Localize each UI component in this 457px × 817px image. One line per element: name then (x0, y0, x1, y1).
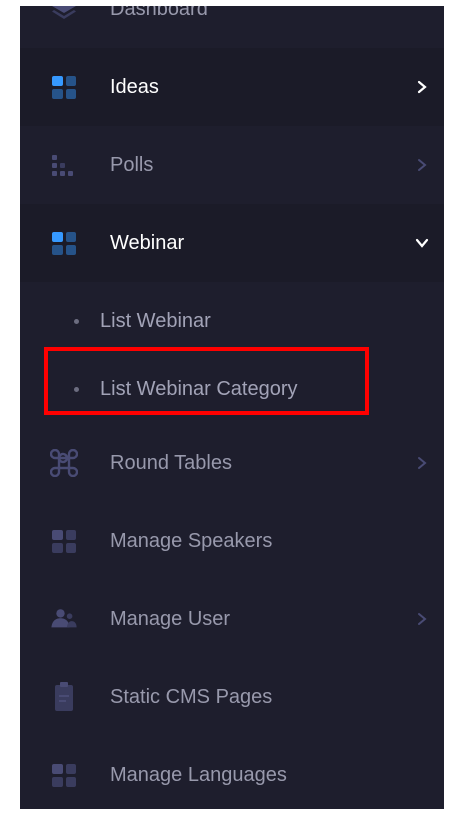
sidebar-item-label: Dashboard (110, 6, 208, 20)
sidebar-item-manage-user[interactable]: Manage User (20, 580, 444, 658)
sidebar-item-webinar[interactable]: Webinar (20, 204, 444, 282)
grid-icon (50, 229, 78, 257)
submenu-item-label: List Webinar Category (100, 377, 298, 400)
chevron-down-icon (414, 235, 430, 251)
sidebar-item-ideas[interactable]: Ideas (20, 48, 444, 126)
users-icon (50, 605, 78, 633)
grid-icon (50, 761, 78, 789)
submenu-item-list-webinar-category[interactable]: List Webinar Category (20, 350, 444, 428)
command-icon (50, 449, 78, 477)
chevron-right-icon (414, 79, 430, 95)
sidebar-item-manage-languages[interactable]: Manage Languages (20, 736, 444, 809)
submenu-item-label: List Webinar (100, 309, 211, 332)
sidebar-item-label: Ideas (110, 75, 159, 98)
sidebar-item-dashboard[interactable]: Dashboard (20, 6, 444, 48)
submenu-item-list-webinar[interactable]: List Webinar (20, 282, 444, 360)
sidebar-item-static-cms-pages[interactable]: Static CMS Pages (20, 658, 444, 736)
sidebar-item-label: Webinar (110, 231, 185, 254)
grid-icon (50, 527, 78, 555)
sidebar-item-label: Manage Languages (110, 763, 287, 786)
sidebar-item-label: Manage User (110, 607, 231, 630)
clipboard-icon (50, 682, 78, 711)
sidebar: Dashboard Ideas Polls Webinar List Webin… (20, 6, 444, 809)
layers-icon (50, 6, 78, 23)
sidebar-item-label: Round Tables (110, 451, 232, 474)
grid-icon (50, 73, 78, 101)
sidebar-item-label: Manage Speakers (110, 529, 273, 552)
sidebar-item-round-tables[interactable]: Round Tables (20, 424, 444, 502)
sidebar-item-polls[interactable]: Polls (20, 126, 444, 204)
sidebar-item-label: Static CMS Pages (110, 685, 273, 708)
bullet-dot-icon (74, 386, 79, 392)
sidebar-item-label: Polls (110, 153, 154, 176)
bar-chart-icon (50, 151, 78, 179)
bullet-dot-icon (74, 318, 79, 324)
chevron-right-icon (414, 611, 430, 627)
chevron-right-icon (414, 157, 430, 173)
sidebar-item-manage-speakers[interactable]: Manage Speakers (20, 502, 444, 580)
chevron-right-icon (414, 455, 430, 471)
